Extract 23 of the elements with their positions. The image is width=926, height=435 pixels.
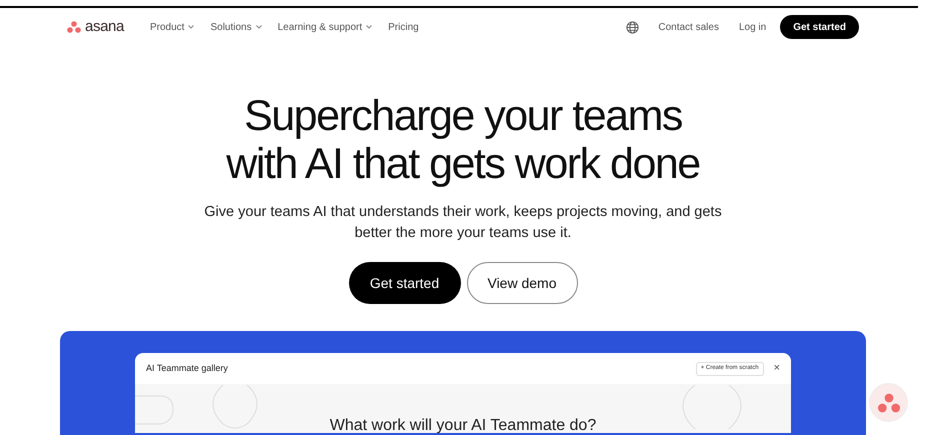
nav-link[interactable]: Solutions [210, 20, 262, 34]
caret-icon [256, 25, 262, 29]
get-started-button[interactable]: Get started [348, 262, 460, 304]
logo-icon [67, 21, 81, 33]
hero-subtitle: Give your teams AI that understands their work, keeps projects moving, and gets better the more your teams use it. [203, 203, 723, 243]
gallery-question: What work will your AI Teammate do? [330, 416, 596, 433]
gallery-title: AI Teammate gallery [146, 362, 228, 375]
hero-heading: Supercharge your teams [244, 92, 682, 140]
logo-icon [876, 392, 900, 412]
get-started-button[interactable]: Get started [780, 15, 859, 39]
help-button[interactable] [869, 383, 908, 422]
login-link[interactable]: Log in [738, 20, 766, 34]
close-button[interactable]: × [774, 363, 780, 374]
nav-link[interactable]: Learning & support [278, 20, 372, 34]
nav-link[interactable]: Pricing [388, 20, 419, 34]
brand-name[interactable]: asana [85, 16, 124, 38]
nav-link[interactable]: Product [150, 20, 194, 34]
hero-heading: with AI that gets work done [226, 140, 700, 188]
globe-icon[interactable] [626, 20, 640, 34]
view-demo-button[interactable]: View demo [466, 262, 578, 304]
caret-icon [366, 25, 372, 29]
contact-sales-link[interactable]: Contact sales [658, 20, 719, 34]
caret-icon [188, 25, 194, 29]
